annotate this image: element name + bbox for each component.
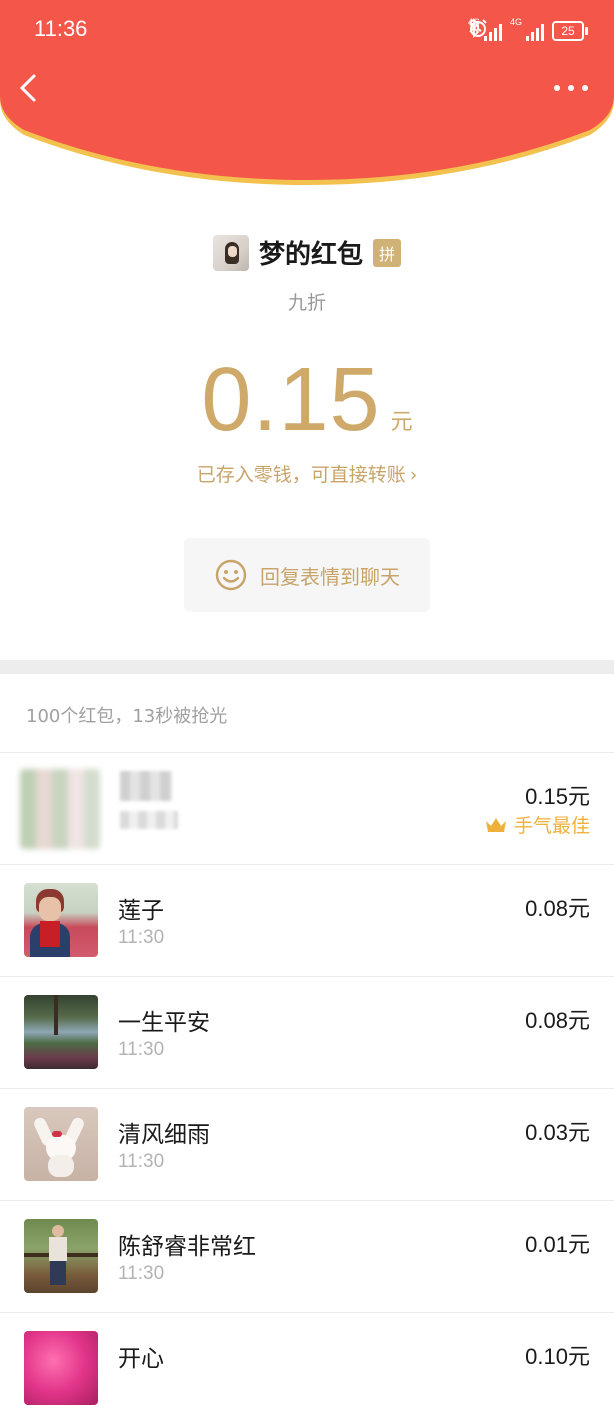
red-packet-header: 11:36 4G 4G 25 bbox=[0, 0, 614, 190]
receiver-row[interactable]: 莲子 11:30 0.08元 bbox=[0, 864, 614, 976]
receiver-row[interactable]: 开心 0.10元 bbox=[0, 1312, 614, 1424]
packet-message: 九折 bbox=[287, 292, 326, 314]
receiver-avatar[interactable] bbox=[24, 1219, 98, 1293]
chevron-right-icon: › bbox=[409, 464, 418, 486]
amount-row: 0.15 元 bbox=[0, 352, 614, 448]
luckiest-badge: 手气最佳 bbox=[484, 811, 590, 838]
group-packet-badge: 拼 bbox=[373, 238, 401, 267]
receiver-amount: 0.08元 bbox=[525, 896, 590, 921]
status-icons: 4G 4G 25 bbox=[468, 17, 588, 44]
battery-icon: 25 bbox=[552, 21, 588, 41]
more-dot-icon bbox=[568, 85, 574, 91]
receiver-amount: 0.03元 bbox=[525, 1120, 590, 1145]
sender-avatar[interactable] bbox=[212, 234, 249, 271]
receiver-time-redacted bbox=[120, 811, 178, 829]
reply-sticker-button[interactable]: 回复表情到聊天 bbox=[184, 538, 430, 612]
battery-level: 25 bbox=[561, 24, 575, 38]
received-amount: 0.15 bbox=[201, 350, 381, 450]
more-dot-icon bbox=[554, 85, 560, 91]
receiver-name: 陈舒睿非常红 bbox=[118, 1234, 256, 1260]
receiver-name: 开心 bbox=[118, 1346, 164, 1372]
receiver-time: 11:30 bbox=[118, 1151, 165, 1172]
reply-button-label: 回复表情到聊天 bbox=[260, 564, 400, 589]
receiver-time: 11:30 bbox=[118, 1039, 165, 1060]
status-bar: 11:36 4G 4G 25 bbox=[0, 0, 614, 60]
chevron-left-icon bbox=[19, 74, 36, 102]
receiver-amount: 0.15元 bbox=[525, 784, 590, 809]
luckiest-label: 手气最佳 bbox=[513, 815, 590, 837]
receiver-amount: 0.10元 bbox=[525, 1344, 590, 1369]
receiver-avatar[interactable] bbox=[20, 769, 100, 849]
stored-to-wallet-link[interactable]: 已存入零钱，可直接转账 › bbox=[0, 460, 614, 487]
receiver-avatar[interactable] bbox=[24, 883, 98, 957]
sender-name: 梦的红包 bbox=[258, 240, 363, 270]
receiver-name-redacted bbox=[120, 771, 172, 801]
bluetooth-icon bbox=[469, 18, 480, 38]
packet-summary: 100个红包，13秒被抢光 bbox=[26, 706, 228, 727]
receiver-name: 清风细雨 bbox=[118, 1122, 210, 1148]
receiver-avatar[interactable] bbox=[24, 1331, 98, 1405]
receiver-name: 莲子 bbox=[118, 898, 164, 924]
section-divider bbox=[0, 660, 614, 674]
receiver-avatar[interactable] bbox=[24, 1107, 98, 1181]
smiley-icon bbox=[215, 559, 247, 591]
receiver-amount: 0.08元 bbox=[525, 1008, 590, 1033]
receiver-row[interactable]: 清风细雨 11:30 0.03元 bbox=[0, 1088, 614, 1200]
receiver-row[interactable]: 0.15元 手气最佳 bbox=[0, 752, 614, 864]
more-button[interactable] bbox=[554, 76, 588, 100]
status-time: 11:36 bbox=[34, 16, 88, 41]
receiver-list: 0.15元 手气最佳 莲子 11:30 0.08元 一生平安 11:30 0.0… bbox=[0, 752, 614, 1424]
network-type-label-2: 4G bbox=[509, 17, 522, 27]
receiver-row[interactable]: 一生平安 11:30 0.08元 bbox=[0, 976, 614, 1088]
sender-row: 梦的红包 拼 bbox=[0, 234, 614, 271]
receiver-time: 11:30 bbox=[118, 1263, 165, 1284]
amount-unit: 元 bbox=[390, 410, 413, 435]
receiver-avatar[interactable] bbox=[24, 995, 98, 1069]
more-dot-icon bbox=[582, 85, 588, 91]
stored-note: 已存入零钱，可直接转账 bbox=[196, 464, 406, 486]
receiver-amount: 0.01元 bbox=[525, 1232, 590, 1257]
back-button[interactable] bbox=[14, 70, 44, 106]
receiver-row[interactable]: 陈舒睿非常红 11:30 0.01元 bbox=[0, 1200, 614, 1312]
crown-icon bbox=[485, 817, 506, 832]
receiver-name: 一生平安 bbox=[118, 1010, 210, 1036]
signal-icon-2 bbox=[526, 21, 544, 41]
receiver-time: 11:30 bbox=[118, 927, 165, 948]
